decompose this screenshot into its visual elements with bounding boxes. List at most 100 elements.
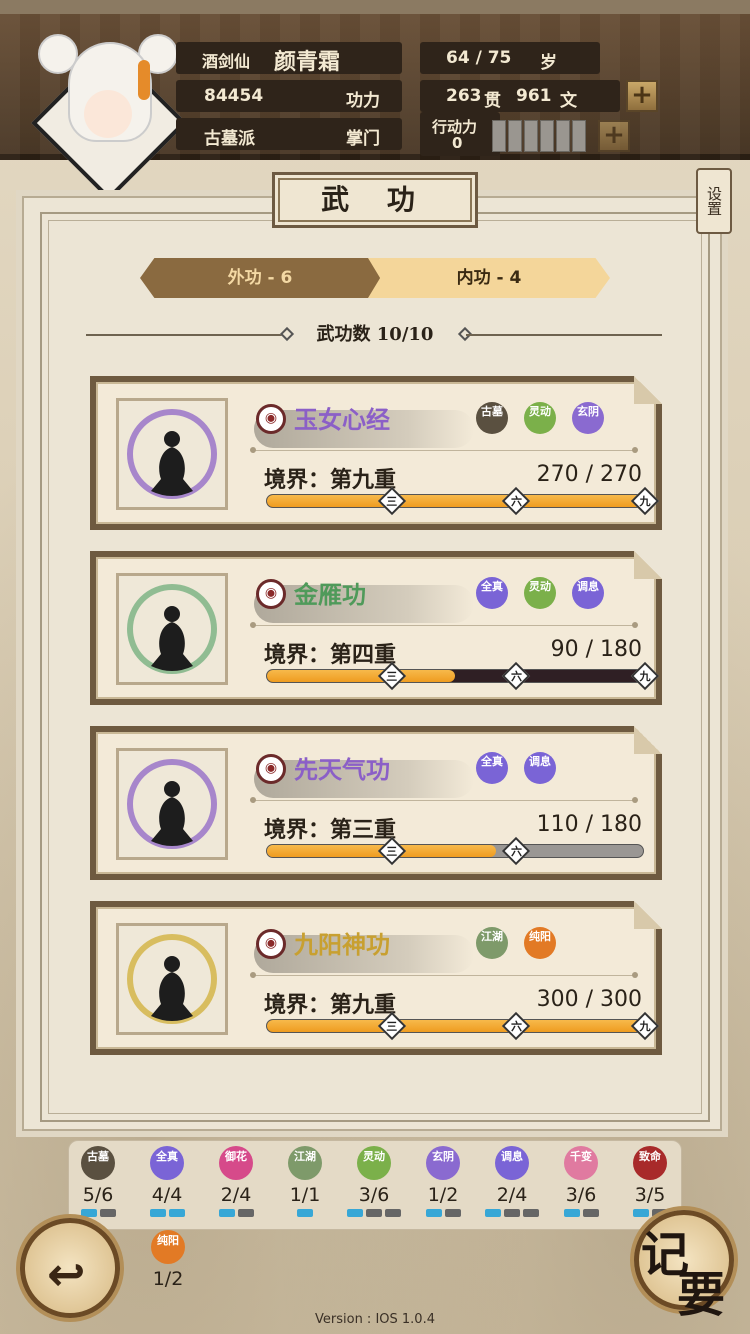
trait-count: 1/1 [289, 1184, 321, 1206]
card-divider [254, 800, 636, 801]
card-divider [254, 975, 636, 976]
skill-progress-fill [267, 495, 643, 507]
trait-progress-segment [366, 1209, 382, 1217]
skill-name: 玉女心经 [294, 405, 390, 434]
trait-progress-segment [504, 1209, 520, 1217]
skill-card[interactable]: ◉ 先天气功 境界：第三重 110 / 180 三六 全真 调息 [90, 726, 662, 880]
progress-milestone-label: 三 [386, 670, 398, 683]
trait-tally-item[interactable]: 纯阳 1/2 [138, 1230, 198, 1293]
trait-count: 1/2 [427, 1184, 459, 1206]
skill-trait-badge[interactable]: 调息 [572, 577, 604, 609]
meditating-figure-icon [151, 781, 193, 846]
tab-inner-skills[interactable]: 内功 - 4 [368, 258, 610, 298]
skill-card[interactable]: ◉ 九阳神功 境界：第九重 300 / 300 三 六 九 江湖 纯阳 [90, 901, 662, 1055]
skill-name: 九阳神功 [294, 930, 390, 959]
skill-card[interactable]: ◉ 玉女心经 境界：第九重 270 / 270 三 六 九 古墓 灵动 玄阴 [90, 376, 662, 530]
trait-progress [275, 1209, 335, 1217]
skill-trait-badge[interactable]: 全真 [476, 752, 508, 784]
skill-portrait [116, 923, 228, 1035]
card-corner-fold [634, 726, 662, 754]
progress-milestone-label: 九 [639, 1020, 651, 1033]
player-avatar[interactable] [31, 30, 187, 201]
inner-skill-icon: ◉ [256, 404, 286, 434]
settings-button[interactable]: 设置 [696, 168, 732, 234]
inner-skill-icon: ◉ [256, 579, 286, 609]
card-divider-dot [250, 972, 256, 978]
trait-count: 1/2 [152, 1268, 184, 1290]
skill-trait-badge[interactable]: 古墓 [476, 402, 508, 434]
tab-outer-skills[interactable]: 外功 - 6 [140, 258, 380, 298]
trait-progress-segment [563, 1209, 580, 1217]
inner-skill-icon: ◉ [256, 929, 286, 959]
card-divider-dot [250, 622, 256, 628]
trait-tally-item[interactable]: 致命 3/5 [620, 1146, 680, 1217]
trait-progress-segment [218, 1209, 235, 1217]
wen-label: 文 [560, 91, 577, 111]
trait-progress [68, 1209, 128, 1217]
skill-trait-badge[interactable]: 纯阳 [524, 927, 556, 959]
avatar-ribbon [138, 60, 150, 100]
trait-progress-segment [347, 1209, 363, 1217]
divider-left [86, 334, 286, 336]
trait-count: 2/4 [496, 1184, 528, 1206]
inner-skill-icon: ◉ [256, 754, 286, 784]
trait-progress-segment [425, 1209, 442, 1217]
trait-badge: 全真 [150, 1146, 184, 1180]
card-divider [254, 450, 636, 451]
skill-progress-bar: 三六九 [266, 661, 660, 691]
skill-count: 武功数 10/10 [316, 324, 434, 345]
skill-trait-badge[interactable]: 灵动 [524, 577, 556, 609]
trait-progress [482, 1209, 542, 1217]
trait-badge: 御花 [219, 1146, 253, 1180]
header-strip [0, 0, 750, 14]
card-corner-fold [634, 376, 662, 404]
skill-exp: 90 / 180 [550, 637, 642, 662]
trait-tally-item[interactable]: 玄阴 1/2 [413, 1146, 473, 1217]
trait-tally-item[interactable]: 调息 2/4 [482, 1146, 542, 1217]
add-money-button[interactable]: + [626, 80, 658, 112]
trait-tally-item[interactable]: 灵动 3/6 [344, 1146, 404, 1217]
skill-progress-bar: 三六九 [266, 1011, 660, 1041]
trait-badge: 千变 [564, 1146, 598, 1180]
skill-trait-badge[interactable]: 调息 [524, 752, 556, 784]
trait-tally-item[interactable]: 古墓 5/6 [68, 1146, 128, 1217]
money-wen: 961 [516, 86, 552, 106]
progress-milestone-label: 六 [510, 670, 522, 683]
divider-right [466, 334, 662, 336]
skill-trait-badge[interactable]: 江湖 [476, 927, 508, 959]
skill-trait-badge[interactable]: 玄阴 [572, 402, 604, 434]
skill-card[interactable]: ◉ 金雁功 境界：第四重 90 / 180 三 六 九 全真 灵动 调息 [90, 551, 662, 705]
progress-milestone-label: 三 [386, 1020, 398, 1033]
progress-milestone-label: 六 [510, 1020, 522, 1033]
memo-button[interactable]: 记 要 [634, 1210, 734, 1323]
trait-tally-item[interactable]: 江湖 1/1 [275, 1146, 335, 1217]
action-point-slot [524, 120, 538, 152]
trait-tally-item[interactable]: 千变 3/6 [551, 1146, 611, 1217]
guan-label: 贯 [484, 91, 501, 111]
age-unit: 岁 [540, 53, 557, 73]
sect-name: 古墓派 [204, 129, 255, 149]
action-point-slot [540, 120, 554, 152]
progress-milestone-label: 三 [386, 845, 398, 858]
avatar-face [84, 90, 132, 138]
back-button[interactable]: ↩ [20, 1218, 120, 1318]
trait-count: 4/4 [151, 1184, 183, 1206]
skill-trait-badge[interactable]: 全真 [476, 577, 508, 609]
trait-badge: 纯阳 [151, 1230, 185, 1264]
skill-progress-fill [267, 1020, 643, 1032]
action-value: 0 [452, 134, 463, 152]
trait-tally-item[interactable]: 全真 4/4 [137, 1146, 197, 1217]
progress-milestone-label: 九 [639, 495, 651, 508]
trait-progress [137, 1209, 197, 1217]
card-divider-dot [632, 622, 638, 628]
skill-progress-bar: 三六 [266, 836, 644, 866]
skill-name: 先天气功 [294, 755, 390, 784]
skill-trait-badge[interactable]: 灵动 [524, 402, 556, 434]
card-divider-dot [632, 972, 638, 978]
power-label: 功力 [346, 91, 380, 111]
add-action-button[interactable]: + [598, 120, 630, 152]
progress-milestone-label: 九 [639, 670, 651, 683]
title-label: 酒剑仙 [202, 52, 251, 71]
card-divider-dot [250, 797, 256, 803]
trait-tally-item[interactable]: 御花 2/4 [206, 1146, 266, 1217]
